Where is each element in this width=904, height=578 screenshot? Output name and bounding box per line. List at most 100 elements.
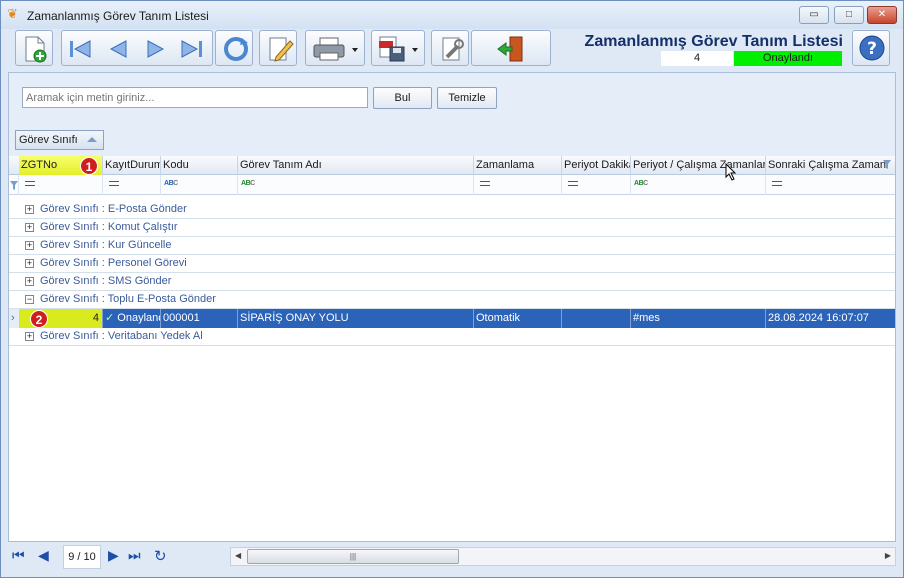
title-bar[interactable]: ❦ Zamanlanmış Görev Tanım Listesi ▭ □ ✕ [1,1,903,29]
filter-kodu[interactable]: ABC [161,175,238,195]
callout-badge-1: 1 [80,157,98,175]
check-icon: ✓ [105,312,118,324]
wrench-document-icon [442,37,464,61]
equals-operator-icon [109,181,119,186]
form-title: Zamanlanmış Görev Tanım Listesi [584,33,843,50]
next-page-icon[interactable]: ▶ [108,547,119,564]
expand-plus-icon[interactable]: + [25,223,34,232]
group-row-kur[interactable]: + Görev Sınıfı : Kur Güncelle [9,237,895,255]
text-filter-icon: ABC [241,180,255,187]
record-number: 4 [661,51,733,66]
print-button[interactable] [305,30,365,66]
equals-operator-icon [568,181,578,186]
cell-zamanlama[interactable]: Otomatik [474,309,562,328]
expand-plus-icon[interactable]: + [25,241,34,250]
collapse-minus-icon[interactable]: − [25,295,34,304]
group-chip-gorev-sinifi[interactable]: Görev Sınıfı [15,130,104,150]
group-row-personel[interactable]: + Görev Sınıfı : Personel Görevi [9,255,895,273]
grid-header: ZGTNo KayıtDurum Kodu Görev Tanım Adı Za… [9,156,895,175]
equals-operator-icon [480,181,490,186]
expand-plus-icon[interactable]: + [25,205,34,214]
column-periyot-calisma[interactable]: Periyot / Çalışma Zamanları [631,156,766,175]
cell-gorev-tanim-adi[interactable]: SİPARİŞ ONAY YOLU [238,309,474,328]
last-record-icon[interactable] [178,35,206,63]
first-page-icon[interactable]: ⏮ [12,547,25,564]
svg-text:?: ? [867,39,877,59]
edit-button[interactable] [259,30,297,66]
export-pdf-button[interactable] [371,30,425,66]
column-zamanlama[interactable]: Zamanlama [474,156,562,175]
group-row-veritabani[interactable]: + Görev Sınıfı : Veritabanı Yedek Al [9,328,895,346]
exit-button[interactable] [471,30,551,66]
group-label: Görev Sınıfı : Toplu E-Posta Gönder [40,293,216,305]
group-label: Görev Sınıfı : Kur Güncelle [40,239,172,251]
cell-periyot-calisma[interactable]: #mes [631,309,766,328]
filter-periyot-calisma[interactable]: ABC [631,175,766,195]
filter-gorev-tanim-adi[interactable]: ABC [238,175,474,195]
group-row-komut[interactable]: + Görev Sınıfı : Komut Çalıştır [9,219,895,237]
expand-plus-icon[interactable]: + [25,332,34,341]
reload-icon[interactable]: ↻ [154,547,167,565]
help-button[interactable]: ? [852,30,890,66]
close-button[interactable]: ✕ [867,6,897,24]
scroll-thumb[interactable]: ||| [247,549,459,564]
refresh-button[interactable] [215,30,253,66]
group-label: Görev Sınıfı : Komut Çalıştır [40,221,178,233]
group-row-eposta[interactable]: + Görev Sınıfı : E-Posta Gönder [9,201,895,219]
cell-status-text: Onaylandı [117,312,160,324]
window-title: Zamanlanmış Görev Tanım Listesi [27,9,209,23]
toolbar: Zamanlanmış Görev Tanım Listesi 4 Onayla… [9,29,897,69]
previous-record-icon[interactable] [104,35,132,63]
column-kayitdurum[interactable]: KayıtDurum [103,156,161,175]
printer-icon [313,37,358,61]
equals-operator-icon [25,181,35,186]
filter-sonraki-calisma[interactable] [766,175,895,195]
next-record-icon[interactable] [142,35,170,63]
group-row-sms[interactable]: + Görev Sınıfı : SMS Gönder [9,273,895,291]
settings-button[interactable] [431,30,469,66]
column-kodu[interactable]: Kodu [161,156,238,175]
find-button[interactable]: Bul [373,87,432,109]
expand-plus-icon[interactable]: + [25,277,34,286]
filter-funnel-icon [10,181,18,190]
cell-zgtno-text: 4 [92,312,99,324]
first-record-icon[interactable] [66,35,94,63]
group-row-toplu-eposta[interactable]: − Görev Sınıfı : Toplu E-Posta Gönder [9,291,895,309]
column-sonraki-calisma[interactable]: Sonraki Çalışma Zamanı [766,156,895,175]
cell-kodu[interactable]: 000001 [161,309,238,328]
column-periyot-dakika[interactable]: Periyot Dakika [562,156,631,175]
search-input[interactable] [22,87,368,108]
cell-periyot-dakika[interactable] [562,309,631,328]
maximize-button[interactable]: □ [834,6,864,24]
minimize-icon: ▭ [809,9,819,20]
text-filter-icon: ABC [164,180,178,187]
expand-plus-icon[interactable]: + [25,259,34,268]
new-record-button[interactable] [15,30,53,66]
new-document-icon [25,36,47,63]
filter-zgtno[interactable] [19,175,103,195]
cell-sonraki-calisma[interactable]: 28.08.2024 16:07:07 [766,309,895,328]
scroll-right-icon[interactable]: ▶ [885,551,891,560]
refresh-icon [224,37,248,61]
minimize-button[interactable]: ▭ [799,6,829,24]
previous-page-icon[interactable]: ◀ [38,547,49,564]
filter-zamanlama[interactable] [474,175,562,195]
column-filter-icon[interactable] [883,160,891,169]
filter-periyot-dakika[interactable] [562,175,631,195]
filter-kayitdurum[interactable] [103,175,161,195]
clear-button[interactable]: Temizle [437,87,497,109]
cell-kayitdurum[interactable]: ✓ Onaylandı [103,309,161,328]
maximize-icon: □ [845,9,853,20]
horizontal-scrollbar[interactable]: ◀ ||| ▶ [230,547,896,566]
table-row-selected[interactable]: › 4 ✓ Onaylandı 000001 SİPARİŞ ONAY YOLU… [9,309,895,328]
record-navigator [61,30,213,66]
auto-filter-row: ABC ABC ABC [9,175,895,195]
scroll-left-icon[interactable]: ◀ [235,551,241,560]
butterfly-app-icon: ❦ [7,6,18,21]
page-indicator: 9 / 10 [63,545,101,569]
column-gorev-tanim-adi[interactable]: Görev Tanım Adı [238,156,474,175]
pdf-save-icon [379,36,418,62]
text-filter-icon: ABC [634,180,648,187]
edit-pencil-icon [269,37,294,62]
last-page-icon[interactable]: ⏭ [128,547,141,564]
